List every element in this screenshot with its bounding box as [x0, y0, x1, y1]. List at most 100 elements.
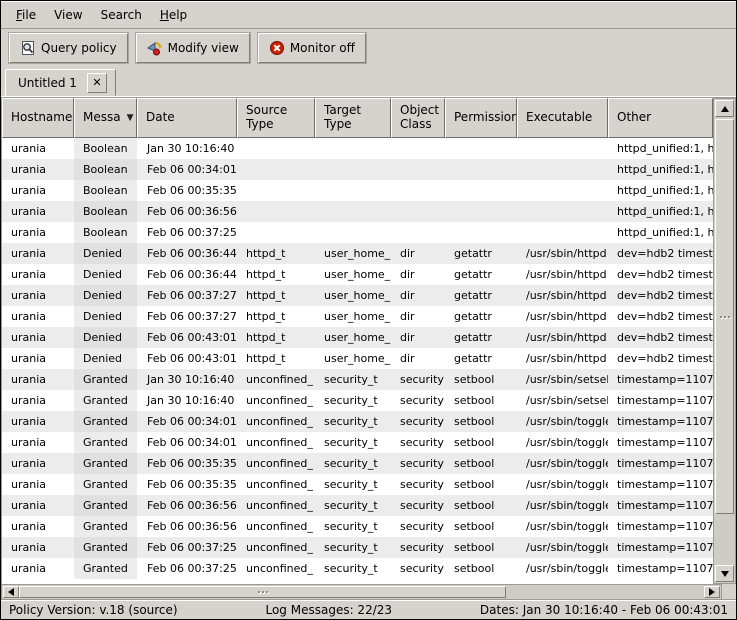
cell: urania: [2, 558, 74, 579]
cell: Granted: [74, 537, 137, 558]
cell: setbool: [445, 432, 517, 453]
cell: urania: [2, 327, 74, 348]
menu-view[interactable]: View: [45, 4, 91, 26]
menu-bar: File View Search Help: [1, 1, 736, 29]
cell: unconfined_: [237, 558, 315, 579]
vertical-scrollbar-thumb[interactable]: [715, 119, 734, 514]
cell: /usr/sbin/httpd: [517, 243, 608, 264]
cell: [391, 180, 445, 201]
column-header-source-type[interactable]: Source Type: [237, 98, 315, 138]
cell: unconfined_: [237, 453, 315, 474]
cell: Boolean: [74, 222, 137, 243]
table-row[interactable]: uraniaBooleanFeb 06 00:34:01httpd_unifie…: [2, 159, 713, 180]
status-bar: Policy Version: v.18 (source) Log Messag…: [1, 600, 736, 619]
cell: [391, 201, 445, 222]
cell: /usr/sbin/toggle: [517, 537, 608, 558]
cell: httpd_unified:1, h: [608, 159, 713, 180]
table-row[interactable]: uraniaDeniedFeb 06 00:43:01httpd_tuser_h…: [2, 348, 713, 369]
table-row[interactable]: uraniaGrantedFeb 06 00:36:56unconfined_s…: [2, 495, 713, 516]
cell: security: [391, 390, 445, 411]
scroll-down-button[interactable]: [715, 565, 734, 582]
menu-help[interactable]: Help: [151, 4, 196, 26]
horizontal-scrollbar-thumb[interactable]: [19, 586, 506, 598]
cell: /usr/sbin/setseb: [517, 390, 608, 411]
table-row[interactable]: uraniaDeniedFeb 06 00:37:27httpd_tuser_h…: [2, 306, 713, 327]
table-row[interactable]: uraniaDeniedFeb 06 00:43:01httpd_tuser_h…: [2, 327, 713, 348]
cell: [517, 201, 608, 222]
cell: unconfined_: [237, 537, 315, 558]
scroll-right-button[interactable]: [704, 586, 720, 598]
cell: [517, 159, 608, 180]
table-row[interactable]: uraniaBooleanFeb 06 00:37:25httpd_unifie…: [2, 222, 713, 243]
cell: dev=hdb2 timesta: [608, 348, 713, 369]
monitor-off-button[interactable]: Monitor off: [258, 33, 366, 63]
cell: unconfined_: [237, 369, 315, 390]
cell: [391, 138, 445, 159]
scroll-left-button[interactable]: [3, 586, 19, 598]
cell: security_t: [315, 495, 391, 516]
horizontal-scrollbar[interactable]: [1, 584, 722, 600]
cell: [517, 222, 608, 243]
column-header-executable[interactable]: Executable: [517, 98, 608, 138]
modify-view-label: Modify view: [168, 41, 239, 55]
table-row[interactable]: uraniaBooleanFeb 06 00:36:56httpd_unifie…: [2, 201, 713, 222]
vertical-scrollbar[interactable]: [713, 98, 736, 584]
table-row[interactable]: uraniaGrantedFeb 06 00:35:35unconfined_s…: [2, 474, 713, 495]
seaudit-window: File View Search Help Query policy: [0, 0, 737, 620]
cell: timestamp=11076: [608, 495, 713, 516]
cell: Feb 06 00:36:56: [137, 201, 237, 222]
cell: user_home_: [315, 264, 391, 285]
table-row[interactable]: uraniaGrantedJan 30 10:16:40unconfined_s…: [2, 390, 713, 411]
column-header-target-type[interactable]: Target Type: [315, 98, 391, 138]
cell: httpd_t: [237, 348, 315, 369]
dates-status: Dates: Jan 30 10:16:40 - Feb 06 00:43:01: [480, 603, 728, 617]
cell: setbool: [445, 516, 517, 537]
table-row[interactable]: uraniaGrantedFeb 06 00:36:56unconfined_s…: [2, 516, 713, 537]
query-policy-button[interactable]: Query policy: [9, 33, 128, 63]
table-row[interactable]: uraniaDeniedFeb 06 00:36:44httpd_tuser_h…: [2, 264, 713, 285]
monitor-off-label: Monitor off: [290, 41, 355, 55]
menu-file[interactable]: File: [7, 4, 45, 26]
cell: [445, 138, 517, 159]
cell: Feb 06 00:43:01: [137, 327, 237, 348]
table-row[interactable]: uraniaBooleanJan 30 10:16:40httpd_unifie…: [2, 138, 713, 159]
cell: httpd_unified:1, h: [608, 180, 713, 201]
cell: Jan 30 10:16:40: [137, 138, 237, 159]
cell: security: [391, 558, 445, 579]
table-row[interactable]: uraniaGrantedFeb 06 00:34:01unconfined_s…: [2, 432, 713, 453]
tab-close-button[interactable]: ✕: [87, 73, 107, 93]
cell: user_home_: [315, 285, 391, 306]
table-row[interactable]: uraniaDeniedFeb 06 00:36:44httpd_tuser_h…: [2, 243, 713, 264]
column-header-other[interactable]: Other: [608, 98, 713, 138]
column-header-object-class[interactable]: Object Class: [391, 98, 445, 138]
table-row[interactable]: uraniaGrantedFeb 06 00:34:01unconfined_s…: [2, 411, 713, 432]
cell: dev=hdb2 timesta: [608, 327, 713, 348]
column-header-permission[interactable]: Permission: [445, 98, 517, 138]
cell: Boolean: [74, 159, 137, 180]
table-row[interactable]: uraniaBooleanFeb 06 00:35:35httpd_unifie…: [2, 180, 713, 201]
table-row[interactable]: uraniaGrantedFeb 06 00:37:25unconfined_s…: [2, 537, 713, 558]
modify-view-button[interactable]: Modify view: [136, 33, 250, 63]
cell: unconfined_: [237, 432, 315, 453]
cell: security: [391, 537, 445, 558]
magnifier-document-icon: [20, 40, 36, 56]
table-row[interactable]: uraniaDeniedFeb 06 00:37:27httpd_tuser_h…: [2, 285, 713, 306]
column-header-date[interactable]: Date: [137, 98, 237, 138]
cell: /usr/sbin/toggle: [517, 474, 608, 495]
menu-search[interactable]: Search: [92, 4, 151, 26]
close-icon: ✕: [92, 76, 101, 89]
cell: urania: [2, 306, 74, 327]
cell: urania: [2, 348, 74, 369]
tab-untitled-1[interactable]: Untitled 1 ✕: [5, 69, 116, 96]
cell: Feb 06 00:36:44: [137, 264, 237, 285]
cell: unconfined_: [237, 516, 315, 537]
table-row[interactable]: uraniaGrantedFeb 06 00:35:35unconfined_s…: [2, 453, 713, 474]
table-row[interactable]: uraniaGrantedFeb 06 00:37:25unconfined_s…: [2, 558, 713, 579]
column-header-messa[interactable]: Messa▼: [74, 98, 137, 138]
cell: security: [391, 411, 445, 432]
scroll-up-button[interactable]: [715, 100, 734, 117]
table-row[interactable]: uraniaGrantedJan 30 10:16:40unconfined_s…: [2, 369, 713, 390]
column-header-hostname[interactable]: Hostname: [2, 98, 74, 138]
cell: setbool: [445, 558, 517, 579]
cell: urania: [2, 180, 74, 201]
